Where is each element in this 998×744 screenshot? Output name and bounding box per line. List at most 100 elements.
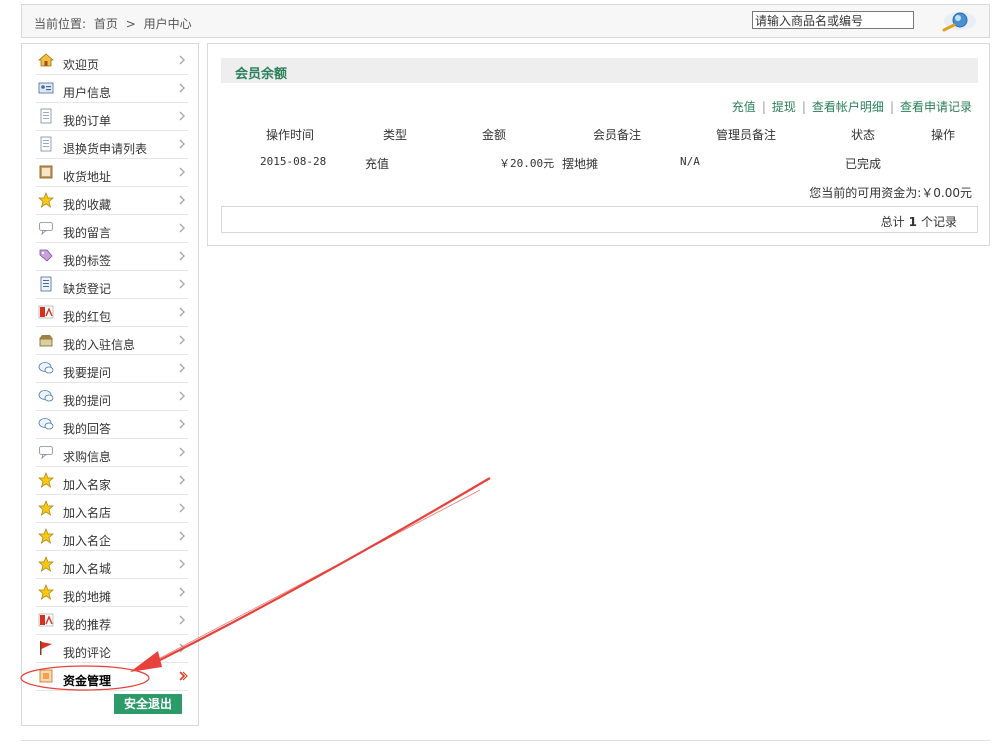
chevron-right-icon — [178, 250, 188, 262]
row-member-note: 摆地摊 — [562, 157, 599, 171]
sidebar-item[interactable]: 我的订单 — [36, 103, 188, 131]
sidebar-item[interactable]: 欢迎页 — [36, 47, 188, 75]
breadcrumb-prefix: 当前位置: — [34, 17, 87, 31]
question-bubble-icon — [38, 360, 54, 376]
link-separator: | — [889, 100, 894, 114]
chevron-right-icon — [178, 390, 188, 402]
apply-record-link[interactable]: 查看申请记录 — [900, 100, 972, 114]
record-count-suffix: 个记录 — [920, 215, 957, 229]
sidebar-item[interactable]: 加入名企 — [36, 523, 188, 551]
sidebar-item-label: 加入名企 — [63, 534, 112, 548]
star-icon — [38, 528, 54, 544]
chevron-right-icon — [178, 418, 188, 430]
star-icon — [38, 584, 54, 600]
sidebar-item[interactable]: 我的入驻信息 — [36, 327, 188, 355]
sidebar-item-label: 退换货申请列表 — [63, 142, 148, 156]
home-icon — [37, 52, 55, 68]
main-panel: 会员余额 充值 | 提现 | 查看帐户明细 | 查看申请记录 操作时间 类型 金额 会员备注… — [207, 43, 990, 246]
row-type: 充值 — [365, 157, 390, 171]
column-header-type: 类型 — [383, 128, 408, 142]
logout-button[interactable]: 安全退出 — [114, 694, 182, 714]
document-icon — [38, 108, 54, 124]
link-separator: | — [801, 100, 806, 114]
sidebar-item[interactable]: 我的标签 — [36, 243, 188, 271]
chevron-right-icon — [178, 558, 188, 570]
chevron-right-icon — [178, 82, 188, 94]
row-time: 2015-08-28 — [260, 155, 327, 168]
chevron-right-icon — [178, 586, 188, 598]
sidebar-item-label: 加入名店 — [63, 506, 112, 520]
sidebar-item-label: 我的订单 — [63, 114, 112, 128]
chevron-right-icon — [178, 502, 188, 514]
row-amount: ￥20.00元 — [499, 157, 555, 170]
row-status: 已完成 — [845, 157, 882, 171]
withdraw-link[interactable]: 提现 — [772, 100, 796, 114]
sidebar-item[interactable]: 我的回答 — [36, 411, 188, 439]
sidebar-item[interactable]: 资金管理 — [36, 663, 188, 691]
sidebar-item[interactable]: 加入名城 — [36, 551, 188, 579]
search-input[interactable] — [752, 11, 914, 29]
chevron-right-icon — [178, 138, 188, 150]
section-title: 会员余额 — [235, 67, 288, 82]
sidebar-item-label: 收货地址 — [63, 170, 112, 184]
link-separator: | — [761, 100, 766, 114]
speech-bubble-icon — [38, 220, 54, 236]
list-icon — [38, 276, 54, 292]
sidebar-item[interactable]: 我的推荐 — [36, 607, 188, 635]
record-count-prefix: 总计 — [880, 215, 905, 229]
magnifier-icon — [942, 12, 976, 32]
column-header-admin-note: 管理员备注 — [716, 128, 777, 142]
chevron-right-icon — [178, 166, 188, 178]
top-bar: 当前位置: 首页 > 用户中心 — [21, 4, 990, 38]
breadcrumb-current: 用户中心 — [143, 17, 192, 31]
sidebar-item[interactable]: 求购信息 — [36, 439, 188, 467]
document-icon — [38, 136, 54, 152]
chevron-right-icon — [178, 334, 188, 346]
sidebar-item[interactable]: 加入名店 — [36, 495, 188, 523]
chevron-right-icon — [178, 614, 188, 626]
sidebar-item[interactable]: 我的评论 — [36, 635, 188, 663]
action-links: 充值 | 提现 | 查看帐户明细 | 查看申请记录 — [732, 98, 972, 115]
sidebar-item-label: 我的推荐 — [63, 618, 112, 632]
sidebar-item[interactable]: 我的红包 — [36, 299, 188, 327]
sidebar-item-label: 加入名家 — [63, 478, 112, 492]
search-button[interactable] — [922, 10, 980, 32]
sidebar-item-label: 我的回答 — [63, 422, 112, 436]
account-detail-link[interactable]: 查看帐户明细 — [812, 100, 884, 114]
recharge-link[interactable]: 充值 — [732, 100, 756, 114]
sidebar-item[interactable]: 收货地址 — [36, 159, 188, 187]
sidebar-item-label: 我的评论 — [63, 646, 112, 660]
breadcrumb-separator: > — [125, 17, 136, 31]
question-bubble-icon — [38, 416, 54, 432]
sidebar-item[interactable]: 我的地摊 — [36, 579, 188, 607]
chevron-right-icon — [178, 642, 188, 654]
section-title-bar: 会员余额 — [221, 58, 978, 83]
sidebar-item-label: 资金管理 — [63, 674, 112, 688]
chevron-right-icon — [178, 278, 188, 290]
chevron-right-icon — [178, 306, 188, 318]
chevron-right-icon — [178, 110, 188, 122]
question-bubble-icon — [38, 388, 54, 404]
star-icon — [38, 192, 54, 208]
chevron-right-icon — [178, 474, 188, 486]
sidebar-item-label: 我的提问 — [63, 394, 112, 408]
flag-icon — [38, 640, 54, 656]
pager: 总计 1 个记录 — [221, 206, 978, 233]
sidebar-item[interactable]: 我的收藏 — [36, 187, 188, 215]
sidebar-item[interactable]: 用户信息 — [36, 75, 188, 103]
shop-icon — [38, 332, 54, 348]
sidebar-item[interactable]: 我要提问 — [36, 355, 188, 383]
sidebar-item-label: 我的留言 — [63, 226, 112, 240]
sidebar-item[interactable]: 退换货申请列表 — [36, 131, 188, 159]
sidebar: 资金管理 我的评论 我的推荐 我的地摊 加入名城 加入名企 加入名店 加入名家 求购信息 我的回答… — [21, 43, 199, 726]
sidebar-item[interactable]: 我的留言 — [36, 215, 188, 243]
available-balance: 您当前的可用资金为:￥0.00元 — [809, 186, 972, 200]
chevron-right-icon — [178, 530, 188, 542]
breadcrumb-home[interactable]: 首页 — [94, 17, 118, 31]
annotation-arrow-line — [149, 477, 491, 666]
sidebar-item[interactable]: 缺货登记 — [36, 271, 188, 299]
sidebar-item[interactable]: 加入名家 — [36, 467, 188, 495]
address-book-icon — [38, 164, 54, 180]
record-count: 总计 1 个记录 — [881, 213, 957, 230]
sidebar-item[interactable]: 我的提问 — [36, 383, 188, 411]
